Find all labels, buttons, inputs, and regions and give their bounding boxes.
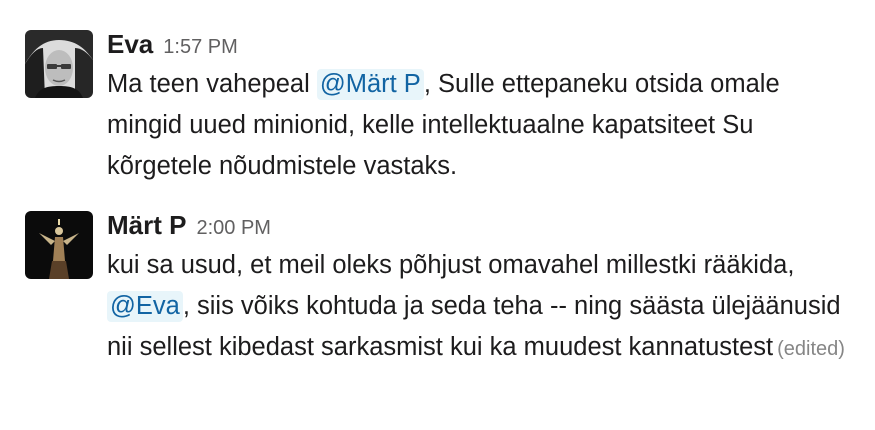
message-body: Ma teen vahepeal @Märt P, Sulle ettepane… — [107, 64, 847, 187]
message-text: , siis võiks kohtuda ja seda teha -- nin… — [107, 292, 841, 361]
message-header: Eva 1:57 PM — [107, 27, 847, 61]
author-name[interactable]: Märt P — [107, 210, 186, 240]
message-text: Ma teen vahepeal — [107, 70, 317, 98]
message-content: Eva 1:57 PM Ma teen vahepeal @Märt P, Sul… — [107, 27, 847, 187]
message-text: kui sa usud, et meil oleks põhjust omava… — [107, 251, 795, 279]
message-body: kui sa usud, et meil oleks põhjust omava… — [107, 245, 847, 370]
avatar-photo — [25, 211, 93, 279]
avatar[interactable] — [25, 30, 93, 98]
timestamp[interactable]: 1:57 PM — [163, 36, 237, 58]
avatar-photo — [25, 30, 93, 98]
author-name[interactable]: Eva — [107, 29, 153, 59]
message-header: Märt P 2:00 PM — [107, 208, 847, 242]
message-content: Märt P 2:00 PM kui sa usud, et meil oleks… — [107, 208, 847, 370]
timestamp[interactable]: 2:00 PM — [196, 217, 270, 239]
user-mention[interactable]: @Eva — [107, 291, 183, 322]
message-list: Eva 1:57 PM Ma teen vahepeal @Märt P, Sul… — [0, 0, 875, 430]
edited-label: (edited) — [777, 338, 845, 360]
avatar[interactable] — [25, 211, 93, 279]
user-mention[interactable]: @Märt P — [316, 69, 424, 100]
